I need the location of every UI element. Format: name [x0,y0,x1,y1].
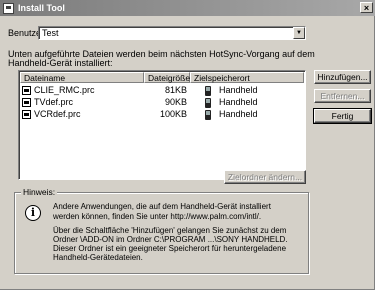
window-title: Install Tool [18,3,65,13]
file-size: 90KB [164,97,187,107]
handheld-device-icon [205,98,211,108]
user-dropdown-value: Test [42,28,59,38]
title-bar: Install Tool × [0,0,375,16]
hint-legend: Hinweis: [21,187,58,197]
file-name: CLIE_RMC.prc [34,85,95,95]
chevron-down-icon[interactable]: ▼ [293,27,305,39]
information-icon: i [25,205,41,221]
handheld-device-icon [205,86,211,96]
column-header-target[interactable]: Zielspeicherort [190,72,304,83]
list-item[interactable]: TVdef.prc 90KB Handheld [21,97,303,108]
add-button[interactable]: Hinzufügen... [314,70,371,84]
remove-button[interactable]: Entfernen... [314,89,371,103]
file-target: Handheld [219,109,258,119]
hint-line-2: werden können, finden Sie unter http://w… [53,212,262,221]
install-tool-window: Install Tool × Benutzer: Test ▼ Unten au… [0,0,375,290]
hint-line-1: Andere Anwendungen, die auf dem Handheld… [53,202,271,211]
file-target: Handheld [219,85,258,95]
hint-groupbox: Hinweis: i Andere Anwendungen, die auf d… [14,187,309,274]
list-item[interactable]: VCRdef.prc 100KB Handheld [21,109,303,120]
file-size: 81KB [164,85,187,95]
file-list[interactable]: Dateiname Dateigröße Zielspeicherort CLI… [18,70,306,180]
close-button[interactable]: × [360,2,373,13]
user-dropdown[interactable]: Test ▼ [38,26,306,40]
prc-file-icon [22,110,31,119]
list-item[interactable]: CLIE_RMC.prc 81KB Handheld [21,85,303,96]
prc-file-icon [22,86,31,95]
done-button[interactable]: Fertig [313,108,372,124]
hint-p2-line-4: Handheld-Gerätedateien. [53,253,143,262]
prc-file-icon [22,98,31,107]
file-target: Handheld [219,97,258,107]
file-size: 100KB [159,109,187,119]
install-tool-icon [3,2,14,14]
change-target-folder-button[interactable]: Zielordner ändern... [224,170,306,184]
column-header-filename[interactable]: Dateiname [20,72,144,83]
file-name: TVdef.prc [34,97,74,107]
intro-text-line-2: Handheld-Gerät installiert: [8,58,113,68]
column-header-size[interactable]: Dateigröße [144,72,190,83]
file-name: VCRdef.prc [34,109,81,119]
handheld-device-icon [205,110,211,120]
